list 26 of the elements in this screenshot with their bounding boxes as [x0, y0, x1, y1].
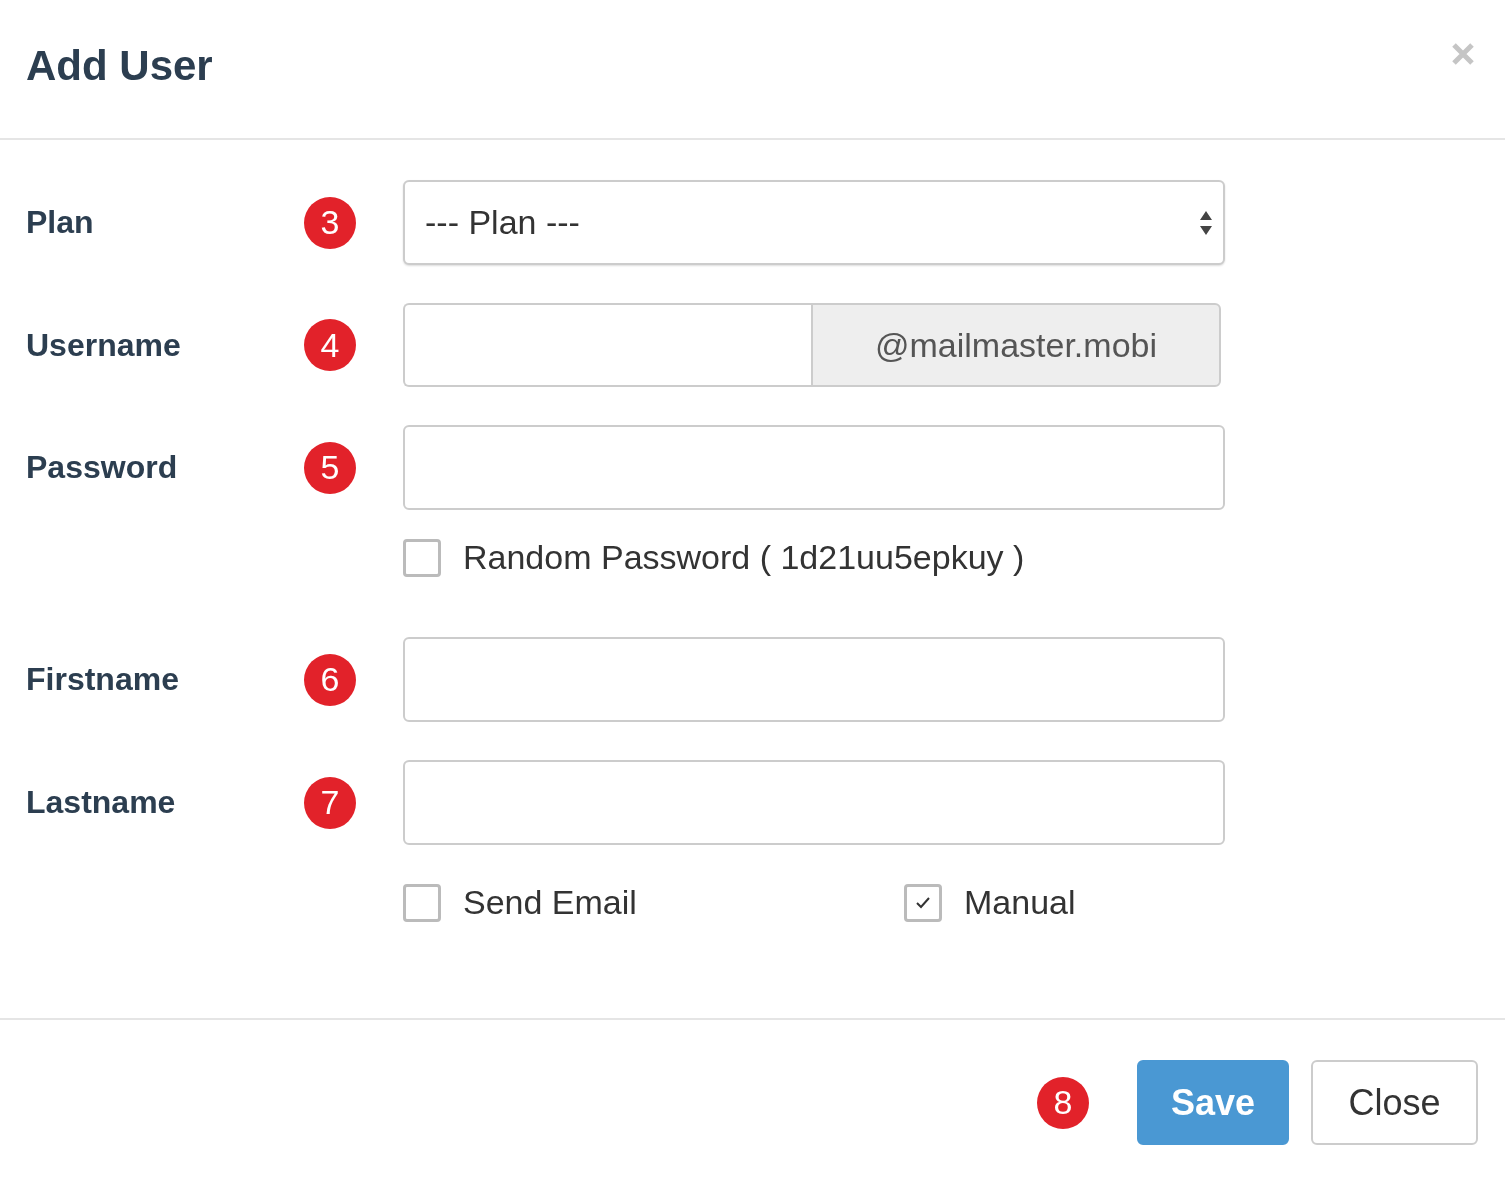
- checkbox-label: Send Email: [463, 883, 637, 922]
- text-field[interactable]: [403, 425, 1225, 510]
- dialog-title: Add User: [26, 41, 213, 91]
- close-button[interactable]: Close: [1311, 1060, 1478, 1145]
- text-field[interactable]: [403, 760, 1225, 845]
- step-badge: 4: [304, 319, 356, 371]
- step-badge: 8: [1037, 1076, 1089, 1129]
- close-icon[interactable]: [1451, 42, 1475, 66]
- checkbox[interactable]: [904, 883, 942, 922]
- step-badge: 5: [304, 441, 356, 494]
- field-label: Firstname: [26, 661, 179, 697]
- checkbox[interactable]: [403, 538, 441, 577]
- username-field[interactable]: [403, 303, 811, 387]
- field-label: Password: [26, 449, 178, 485]
- plan-select[interactable]: --- Plan ---: [403, 180, 1225, 265]
- field-label: Plan: [26, 204, 94, 240]
- text-field[interactable]: [403, 637, 1225, 722]
- checkbox-label: Random Password ( 1d21uu5epkuy ): [463, 538, 1025, 577]
- field-label: Username: [26, 326, 181, 363]
- domain-addon: @mailmaster.mobi: [811, 303, 1221, 387]
- step-badge: 6: [304, 653, 356, 706]
- step-badge: 7: [304, 776, 356, 829]
- checkbox-label: Manual: [964, 883, 1076, 922]
- field-label: Lastname: [26, 784, 176, 820]
- step-badge: 3: [304, 196, 356, 249]
- checkbox[interactable]: [403, 883, 441, 922]
